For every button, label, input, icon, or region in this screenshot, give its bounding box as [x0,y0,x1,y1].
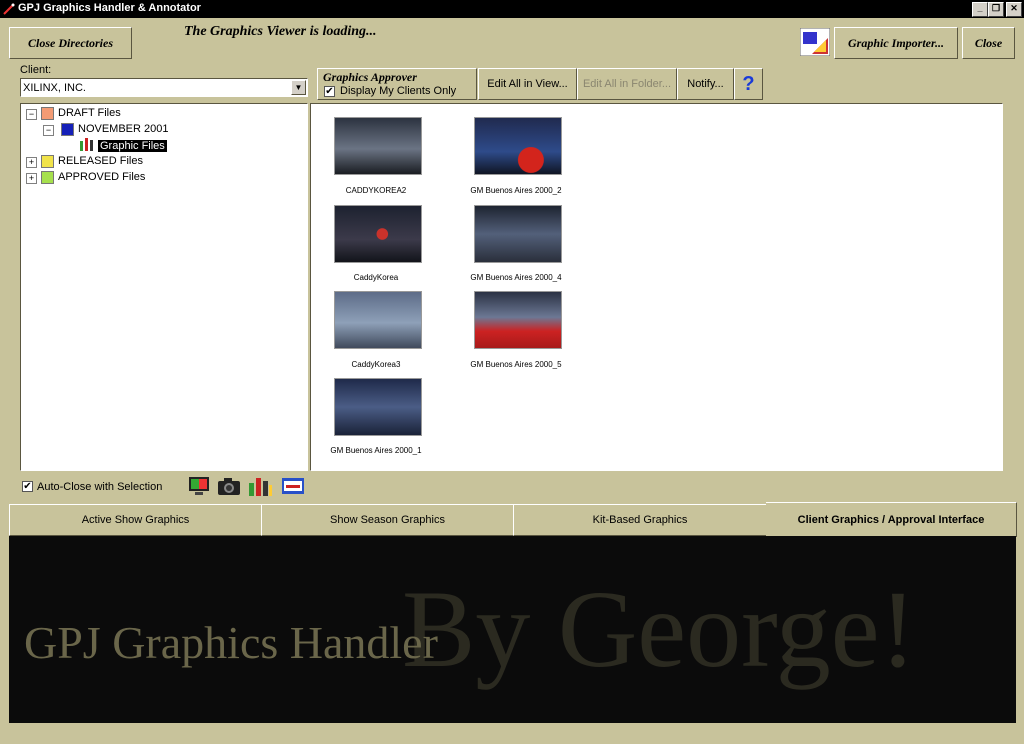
close-directories-label: Close Directories [28,35,113,50]
close-window-icon[interactable]: ✕ [1006,2,1022,17]
display-my-clients-checkbox[interactable]: ✔ [324,86,335,97]
graphic-importer-icon[interactable] [799,27,831,57]
camera-icon[interactable] [217,476,241,496]
banner: By George! GPJ Graphics Handler [9,536,1016,723]
thumbnail-image[interactable] [334,378,422,436]
help-button[interactable]: ? [734,68,763,100]
edit-all-in-folder-label: Edit All in Folder... [582,78,672,90]
tab-kit-based-graphics[interactable]: Kit-Based Graphics [513,504,767,536]
folder-icon [41,154,54,168]
thumbnail-image[interactable] [334,117,422,175]
graphics-approver-title: Graphics Approver [323,70,417,84]
thumbnail-caption: CaddyKorea [353,273,399,282]
thumbnail-caption: GM Buenos Aires 2000_5 [470,360,562,369]
tree-item-released[interactable]: RELEASED Files [41,153,143,169]
thumbnail-caption: CaddyKorea3 [351,360,401,369]
close-directories-button[interactable]: Close Directories [9,27,132,59]
window-title: GPJ Graphics Handler & Annotator [18,2,201,14]
chevron-down-icon[interactable]: ▼ [291,80,306,95]
thumbnail-caption: GM Buenos Aires 2000_1 [330,446,422,455]
tab-active-show-graphics[interactable]: Active Show Graphics [9,504,262,536]
collapse-draft-icon[interactable]: − [26,109,37,120]
tab-label: Client Graphics / Approval Interface [797,514,985,526]
thumbnail-grid[interactable]: CADDYKOREA2 GM Buenos Aires 2000_2 Caddy… [310,103,1003,471]
tree-item-approved[interactable]: APPROVED Files [41,169,145,185]
notify-button[interactable]: Notify... [677,68,734,100]
tree-item-november[interactable]: NOVEMBER 2001 [61,121,168,137]
tree-item-draft[interactable]: DRAFT Files [41,105,121,121]
expand-released-icon[interactable]: + [26,157,37,168]
thumbnail-caption: GM Buenos Aires 2000_2 [470,186,562,195]
graphic-importer-button[interactable]: Graphic Importer... [834,27,958,59]
thumbnail-image[interactable] [334,205,422,263]
banner-app-name: GPJ Graphics Handler [24,617,438,668]
display-my-clients-label: Display My Clients Only [340,85,457,97]
tree-item-draft-label: DRAFT Files [58,107,121,119]
notify-label: Notify... [687,78,724,90]
tab-client-graphics-approval[interactable]: Client Graphics / Approval Interface [766,502,1017,537]
status-text: The Graphics Viewer is loading... [184,24,377,39]
thumbnail-image[interactable] [474,205,562,263]
tab-label: Show Season Graphics [330,514,445,526]
tree-item-approved-label: APPROVED Files [58,171,146,183]
calendar-icon [61,122,74,136]
client-label: Client: [20,64,52,76]
edit-all-in-view-label: Edit All in View... [487,78,568,90]
monitor-icon[interactable] [188,476,210,496]
close-label: Close [974,35,1003,50]
thumbnail-image[interactable] [334,291,422,349]
folder-open-icon [41,106,54,120]
client-select[interactable]: XILINX, INC. ▼ [20,78,308,97]
restore-icon[interactable]: ❐ [988,2,1004,17]
app-icon [3,3,15,15]
tree-item-graphic-files[interactable]: Graphic Files [79,137,167,153]
bar-chart-icon[interactable] [247,476,273,496]
thumbnail-caption: CADDYKOREA2 [345,186,407,195]
thumbnail-caption: GM Buenos Aires 2000_4 [470,273,562,282]
tree-item-graphic-files-label: Graphic Files [98,140,167,153]
directory-tree[interactable]: − DRAFT Files − NOVEMBER 2001 Graphic Fi… [20,103,308,471]
tab-show-season-graphics[interactable]: Show Season Graphics [261,504,514,536]
auto-close-checkbox[interactable]: ✔ [22,481,33,492]
tree-item-released-label: RELEASED Files [58,155,143,167]
close-button[interactable]: Close [962,27,1015,59]
client-value: XILINX, INC. [23,82,86,94]
tree-item-november-label: NOVEMBER 2001 [78,123,169,135]
minimize-icon[interactable]: _ [972,2,988,17]
auto-close-label: Auto-Close with Selection [37,481,163,493]
tab-label: Kit-Based Graphics [592,514,688,526]
tab-label: Active Show Graphics [81,514,190,526]
collapse-november-icon[interactable]: − [43,125,54,136]
graphic-importer-label: Graphic Importer... [847,35,944,50]
expand-approved-icon[interactable]: + [26,173,37,184]
folder-icon [41,170,54,184]
thumbnail-image[interactable] [474,291,562,349]
thumbnail-image[interactable] [474,117,562,175]
edit-all-in-folder-button[interactable]: Edit All in Folder... [577,68,677,100]
graphics-approver-panel: Graphics Approver ✔ Display My Clients O… [317,68,477,100]
card-icon[interactable] [281,477,305,495]
title-bar: GPJ Graphics Handler & Annotator _ ❐ ✕ [0,0,1024,18]
banner-by-george: By George! [402,568,917,690]
help-icon: ? [742,72,755,95]
edit-all-in-view-button[interactable]: Edit All in View... [478,68,577,100]
